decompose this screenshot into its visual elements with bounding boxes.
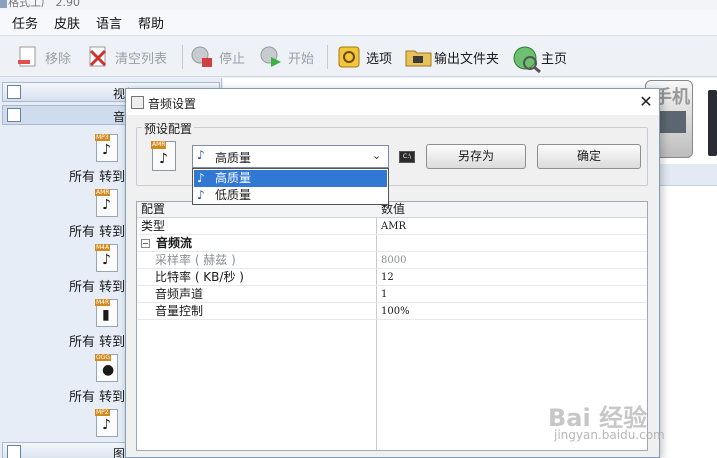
format-label: 所有 转到: [69, 335, 126, 350]
row-value: 12: [381, 272, 394, 283]
row-value: 8000: [381, 255, 407, 266]
preset-dropdown-list: ♪ 高质量 ♪ 低质量: [192, 168, 389, 205]
options-button[interactable]: 选项: [337, 43, 392, 71]
stop-label: 停止: [219, 51, 246, 67]
close-icon[interactable]: ✕: [636, 92, 656, 112]
grid-category-audio-stream[interactable]: − 音频流: [137, 236, 647, 252]
grid-row-volume[interactable]: 音量控制 100%: [137, 304, 647, 320]
gear-icon: [337, 45, 361, 69]
clear-icon: [86, 45, 110, 69]
amr-file-icon: AMR ♪: [95, 189, 118, 217]
options-label: 选项: [366, 51, 393, 67]
music-note-icon: ♪: [197, 188, 205, 202]
grid-row-channels[interactable]: 音频声道 1: [137, 287, 647, 303]
stop-icon: [190, 45, 214, 69]
format-label: 所有 转到: [69, 170, 126, 185]
row-value: 100%: [381, 306, 410, 317]
phone-device-image: [708, 90, 717, 156]
output-folder-button[interactable]: 输出文件夹: [405, 43, 499, 71]
image-category-icon: [7, 445, 21, 458]
amr-preset-icon: AMR ♪: [151, 141, 176, 171]
format-label: 所有 转到: [69, 280, 126, 295]
toolbar-separator: [327, 45, 328, 69]
app-title: 格式工厂 2.90: [8, 0, 80, 9]
watermark-url: jingyan.baidu.com: [554, 428, 665, 442]
start-button[interactable]: 开始: [259, 43, 314, 71]
save-as-button[interactable]: 另存为: [426, 144, 526, 169]
audio-category-icon: [7, 108, 21, 122]
grid-row-type[interactable]: 类型 AMR: [137, 219, 647, 235]
remove-label: 移除: [45, 51, 72, 67]
menu-skin[interactable]: 皮肤: [54, 13, 80, 32]
home-button[interactable]: 主页: [512, 43, 568, 74]
menu-task[interactable]: 任务: [12, 13, 38, 32]
row-key: 采样率 ( 赫兹 ): [155, 253, 236, 267]
remove-button[interactable]: 移除: [16, 43, 71, 71]
dropdown-option-high-quality[interactable]: ♪ 高质量: [194, 170, 387, 187]
mp2-file-icon: MP2 ♪: [95, 409, 118, 437]
m4r-file-icon: M4R ▮: [95, 299, 118, 327]
start-icon: [259, 45, 283, 69]
video-category-icon: [7, 85, 21, 99]
remove-icon: [16, 45, 40, 69]
clear-list-button[interactable]: 清空列表: [86, 43, 167, 71]
dropdown-option-low-quality[interactable]: ♪ 低质量: [194, 187, 387, 204]
folder-icon: [405, 45, 432, 69]
row-key: 类型: [141, 219, 166, 233]
cmd-icon[interactable]: C:\: [399, 151, 415, 163]
music-note-icon: ♪: [197, 148, 205, 162]
toolbar-separator: [182, 45, 183, 69]
toolbar: 移除 清空列表 停止 开始 选项 输出文件夹 主页: [0, 37, 717, 77]
dialog-app-icon: [131, 96, 144, 109]
globe-icon: [512, 45, 541, 74]
ok-button[interactable]: 确定: [537, 144, 641, 169]
m4a-file-icon: M4A ♪: [95, 244, 118, 272]
mp3-file-icon: MP3 ♪: [95, 134, 118, 162]
app-titlebar: 格式工厂 2.90: [0, 0, 717, 10]
category-key: 音频流: [156, 236, 193, 250]
row-value: AMR: [381, 221, 406, 232]
chevron-down-icon[interactable]: ⌄: [372, 149, 381, 162]
clear-list-label: 清空列表: [115, 51, 168, 67]
grid-row-sample-rate[interactable]: 采样率 ( 赫兹 ) 8000: [137, 253, 647, 269]
menu-language[interactable]: 语言: [96, 13, 122, 32]
combo-value: 高质量: [215, 151, 252, 165]
menu-help[interactable]: 帮助: [138, 13, 164, 32]
column-config-header: 配置: [141, 202, 166, 216]
collapse-icon[interactable]: −: [141, 239, 150, 248]
row-key: 音量控制: [155, 304, 204, 318]
output-folder-label: 输出文件夹: [434, 51, 500, 67]
row-key: 比特率 ( KB/秒 ): [155, 270, 244, 284]
preset-group-label: 预设配置: [142, 120, 195, 137]
ogg-file-icon: OGG ●: [95, 354, 118, 382]
row-value: 1: [381, 289, 388, 300]
home-label: 主页: [541, 51, 568, 67]
preset-quality-combobox[interactable]: ♪ 高质量 ⌄: [192, 145, 389, 168]
format-label: 所有 转到: [69, 225, 126, 240]
dialog-title: 音频设置: [148, 97, 197, 111]
dialog-titlebar: 音频设置 ✕: [126, 89, 659, 115]
menu-bar: 任务 皮肤 语言 帮助: [0, 10, 717, 36]
start-label: 开始: [288, 51, 315, 67]
grid-row-bitrate[interactable]: 比特率 ( KB/秒 ) 12: [137, 270, 647, 286]
category-audio-label: 音: [113, 110, 126, 124]
app-icon: [0, 0, 7, 8]
stop-button[interactable]: 停止: [190, 43, 245, 71]
music-note-icon: ♪: [197, 171, 205, 185]
row-key: 音频声道: [155, 287, 204, 301]
format-label: 所有 转到: [69, 390, 126, 405]
